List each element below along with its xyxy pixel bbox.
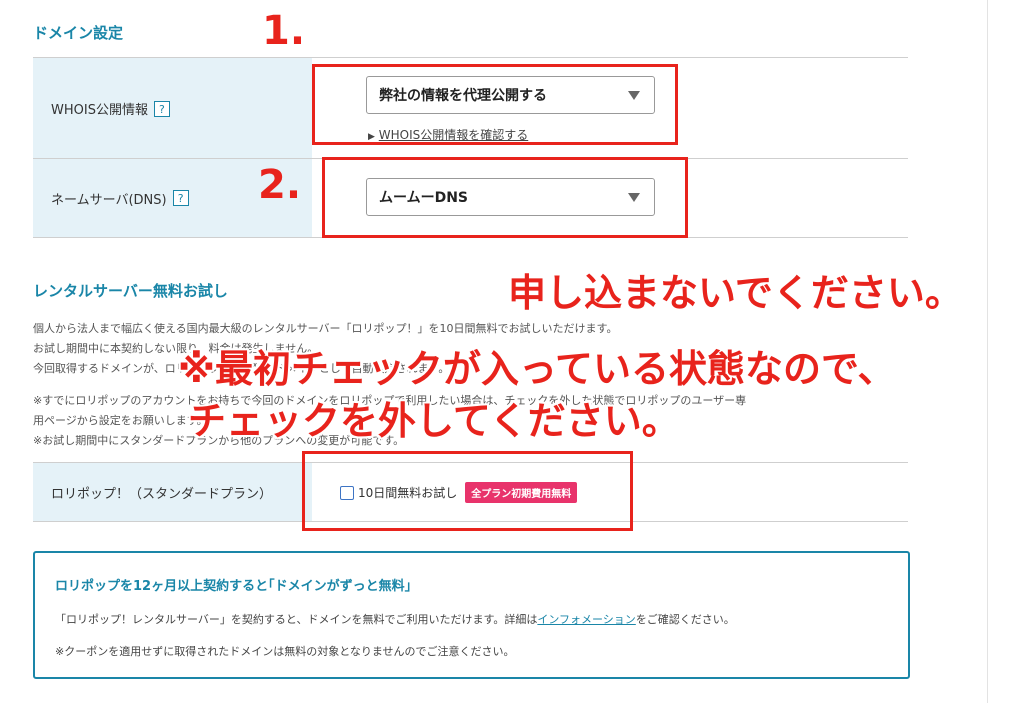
notice-line-1-tail: をご確認ください。 bbox=[635, 613, 735, 626]
annotation-box-nameserver bbox=[322, 157, 688, 238]
annotation-box-whois bbox=[312, 64, 678, 145]
page-right-divider bbox=[987, 0, 988, 703]
notice-line-1-text: 「ロリポップ！レンタルサーバー」を契約すると、ドメインを無料でご利用いただけます… bbox=[55, 613, 538, 626]
domain-settings-title: ドメイン設定 bbox=[33, 24, 124, 42]
whois-label-cell: WHOIS公開情報 ? bbox=[33, 58, 312, 159]
trial-plan-label: ロリポップ！（スタンダードプラン） bbox=[51, 486, 273, 502]
trial-desc-line: 個人から法人まで幅広く使える国内最大級のレンタルサーバー「ロリポップ！」を10日… bbox=[33, 322, 618, 335]
notice-line-2: ※クーポンを適用せずに取得されたドメインは無料の対象となりませんのでご注意くださ… bbox=[55, 645, 515, 658]
annotation-step-2: 2. bbox=[258, 162, 302, 208]
annotation-step-1: 1. bbox=[262, 8, 306, 54]
domain-free-notice: ロリポップを12ヶ月以上契約すると｢ドメインがずっと無料｣ 「ロリポップ！レンタ… bbox=[33, 551, 910, 679]
annotation-dont-apply: 申し込まないでください。 bbox=[508, 271, 963, 315]
annotation-checked-line-1: ※最初チェックが入っている状態なので、 bbox=[178, 347, 896, 391]
trial-desc-line: 用ページから設定をお願いします。 bbox=[33, 414, 208, 427]
rental-trial-title: レンタルサーバー無料お試し bbox=[33, 282, 228, 300]
annotation-checked-line-2: チェックを外してください。 bbox=[188, 399, 680, 443]
nameserver-help-icon[interactable]: ? bbox=[172, 190, 189, 206]
notice-line-1: 「ロリポップ！レンタルサーバー」を契約すると、ドメインを無料でご利用いただけます… bbox=[55, 611, 735, 627]
trial-plan-label-cell: ロリポップ！（スタンダードプラン） bbox=[33, 463, 312, 521]
nameserver-label: ネームサーバ(DNS) bbox=[51, 192, 167, 208]
information-link[interactable]: インフォメーション bbox=[537, 613, 635, 626]
notice-title: ロリポップを12ヶ月以上契約すると｢ドメインがずっと無料｣ bbox=[55, 579, 412, 594]
annotation-box-trial bbox=[302, 451, 633, 531]
whois-help-icon[interactable]: ? bbox=[153, 100, 170, 117]
whois-label: WHOIS公開情報 bbox=[51, 103, 148, 118]
